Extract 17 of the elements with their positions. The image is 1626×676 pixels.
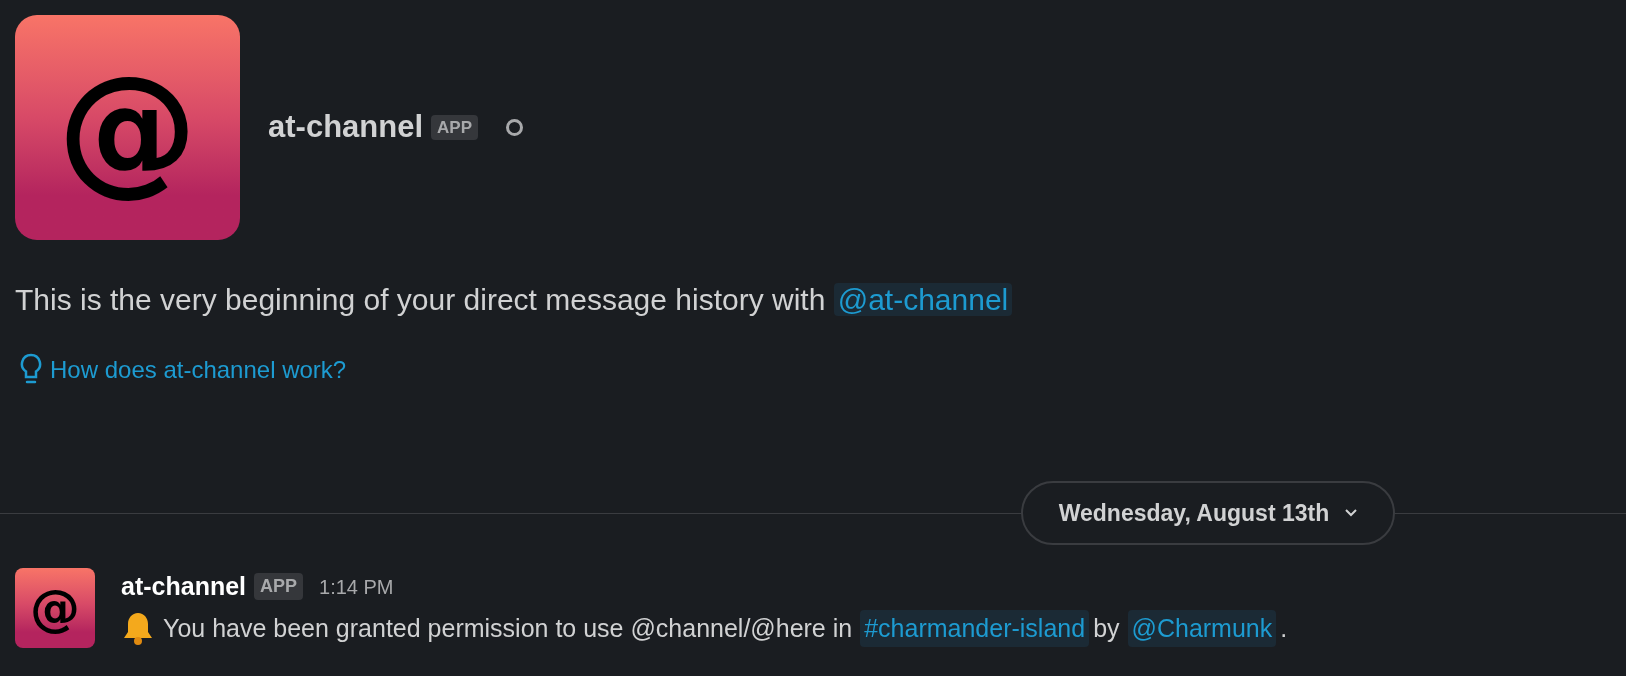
date-divider-button[interactable]: Wednesday, August 13th (1020, 481, 1396, 545)
app-label: APP (254, 573, 304, 601)
message-text: You have been granted permission to use @channel/@here in (163, 612, 853, 644)
app-name: at-channel (268, 108, 424, 147)
chevron-down-icon (1345, 509, 1358, 517)
author-name[interactable]: at-channel (121, 568, 247, 606)
mention-link[interactable]: @Charmunk (1127, 609, 1277, 647)
bell-icon (121, 610, 155, 647)
message-text: by (1093, 612, 1120, 644)
mention-link[interactable]: @at-channel (833, 283, 1013, 316)
logo-glyph: @ (30, 583, 80, 633)
message-time[interactable]: 1:14 PM (319, 571, 394, 602)
message-text: . (1280, 612, 1288, 644)
intro-text: This is the very beginning of your direct message history with @at-channel (0, 278, 1626, 322)
help-link[interactable]: How does at-channel work? (50, 352, 347, 388)
mention-link[interactable]: #charmander-island (860, 609, 1090, 647)
app-label: APP (431, 114, 478, 141)
